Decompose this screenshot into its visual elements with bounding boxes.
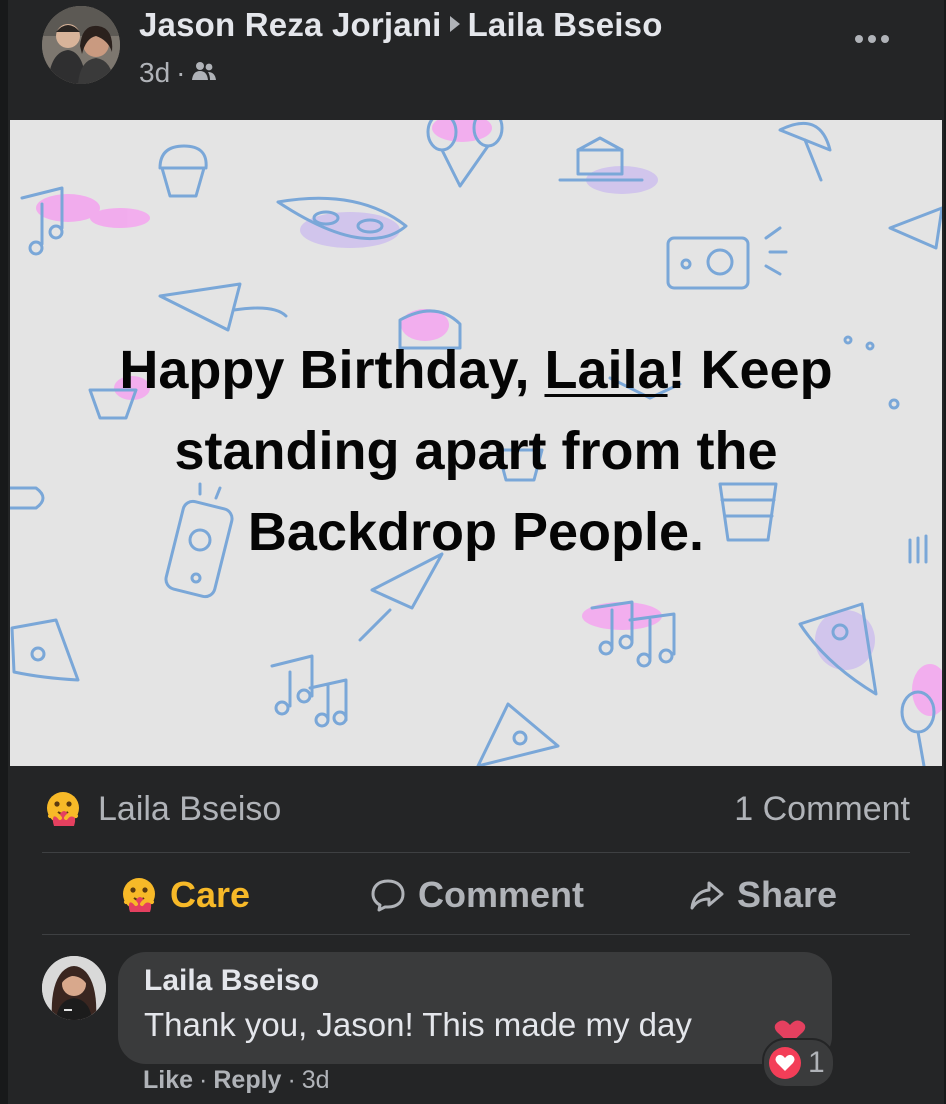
care-reaction-icon[interactable] — [44, 790, 82, 828]
birthday-card-image: Happy Birthday, Laila! Keep standing apa… — [10, 120, 942, 766]
comment-actions: Like · Reply · 3d — [143, 1066, 330, 1095]
comment-reaction-count: 1 — [808, 1046, 825, 1079]
comment-count[interactable]: 1 Comment — [734, 790, 910, 829]
reactions-summary: Laila Bseiso 1 Comment — [44, 786, 910, 834]
comment-button[interactable]: Comment — [370, 866, 584, 924]
comment-bubble: Laila Bseiso Thank you, Jason! This made… — [118, 952, 832, 1064]
meta-dot: · — [287, 1066, 296, 1094]
tagged-user-link[interactable]: Laila — [544, 340, 667, 400]
birthday-message: Happy Birthday, Laila! Keep standing apa… — [80, 330, 872, 573]
post-meta: 3d · — [139, 57, 217, 89]
care-label: Care — [170, 874, 251, 915]
post-header-names: Jason Reza Jorjani Laila Bseiso — [139, 6, 663, 44]
share-label: Share — [737, 874, 838, 915]
author-name[interactable]: Jason Reza Jorjani — [139, 6, 442, 43]
post-time[interactable]: 3d — [139, 57, 170, 89]
divider — [42, 852, 910, 853]
care-button[interactable]: Care — [120, 866, 250, 924]
friends-icon[interactable] — [191, 57, 217, 89]
comment-reactions[interactable]: 1 — [762, 1038, 835, 1088]
divider — [42, 934, 910, 935]
like-link[interactable]: Like — [143, 1066, 193, 1095]
commenter-avatar[interactable] — [42, 956, 106, 1020]
meta-dot: · — [199, 1066, 208, 1094]
reply-link[interactable]: Reply — [213, 1066, 281, 1095]
more-options-icon[interactable] — [850, 22, 894, 56]
care-reaction-icon — [123, 878, 155, 912]
message-text-before: Happy Birthday, — [119, 340, 545, 400]
comment-time[interactable]: 3d — [302, 1066, 330, 1095]
author-avatar[interactable] — [42, 6, 120, 84]
recipient-name[interactable]: Laila Bseiso — [468, 6, 663, 43]
comment-icon — [371, 879, 405, 912]
share-icon — [690, 881, 724, 910]
comment-label: Comment — [418, 874, 585, 915]
arrow-right-icon — [449, 16, 460, 32]
meta-separator: · — [176, 57, 186, 88]
share-button[interactable]: Share — [689, 866, 837, 924]
comment-author[interactable]: Laila Bseiso — [144, 964, 319, 998]
love-reaction-icon — [769, 1047, 801, 1079]
reactor-names[interactable]: Laila Bseiso — [98, 790, 281, 829]
comment-text: Thank you, Jason! This made my day — [144, 1006, 692, 1043]
